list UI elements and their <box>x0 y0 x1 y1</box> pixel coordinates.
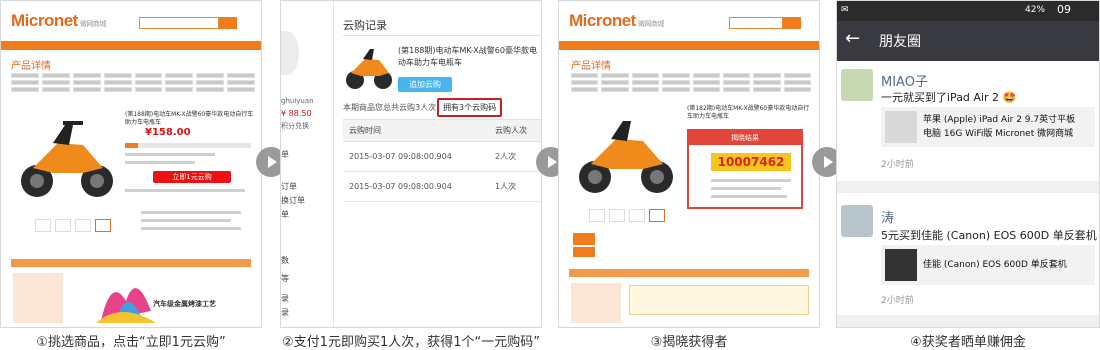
side-menu-item[interactable]: 等 <box>281 273 333 284</box>
side-menu-item[interactable]: 数 <box>281 255 333 266</box>
result-header: 揭晓结果 <box>689 131 801 145</box>
tab-bar[interactable] <box>569 269 809 277</box>
avatar[interactable] <box>841 69 873 101</box>
page-title: 朋友圈 <box>879 34 921 50</box>
search-input[interactable] <box>729 17 783 29</box>
step4-caption: ④获奖者晒单赚佣金 <box>910 335 1026 350</box>
share-title: 苹果 (Apple) iPad Air 2 9.7英寸平板 <box>923 115 1076 125</box>
thumbnail[interactable] <box>609 209 625 222</box>
points-link[interactable]: 积分兑换 <box>281 121 333 131</box>
search-button[interactable] <box>783 17 801 29</box>
table-row: 2015-03-07 09:08:00.904 2人次 <box>343 142 541 172</box>
thumbnail[interactable] <box>589 209 605 222</box>
app-header: ← 朋友圈 <box>837 21 1099 61</box>
row-count: 2人次 <box>495 152 517 161</box>
product-title: (第188期)电动车MK-X战警60豪华款电动自行车助力车电瓶车 <box>125 111 254 126</box>
product-title: (第182期)电动车MK-X战警60豪华款电动自行车助力车电瓶车 <box>687 105 810 120</box>
search-button[interactable] <box>219 17 237 29</box>
main-nav[interactable] <box>559 41 819 50</box>
status-bar: ✉ 42% 09 <box>837 1 1099 21</box>
table-header: 云购时间 云购人次 <box>343 119 541 142</box>
shared-link[interactable]: 佳能 (Canon) EOS 600D 单反套机 <box>881 245 1095 285</box>
main-nav[interactable] <box>1 41 261 50</box>
post-author[interactable]: 涛 <box>881 207 894 226</box>
back-arrow-icon[interactable]: ← <box>845 28 860 49</box>
step2-caption: ②支付1元即购买1人次，获得1个“一元购码” <box>282 335 540 350</box>
side-list <box>571 283 621 323</box>
thumbnail[interactable] <box>629 209 645 222</box>
post-time: 2小时前 <box>881 160 914 170</box>
codes-count-link[interactable]: 拥有3个云购码 <box>437 98 503 117</box>
post-author[interactable]: MIAO子 <box>881 71 928 90</box>
status-time: 09 <box>1057 3 1071 16</box>
side-menu-item[interactable]: 单 <box>281 209 333 220</box>
lottery-result-card: 揭晓结果 10007462 <box>687 129 803 209</box>
table-row: 2015-03-07 09:08:00.904 1人次 <box>343 172 541 202</box>
product-price: ¥158.00 <box>145 127 191 138</box>
side-menu-item[interactable]: 录 <box>281 307 333 318</box>
thumbnail[interactable] <box>35 219 51 232</box>
tab-bar[interactable] <box>11 259 251 267</box>
progress-bar <box>125 143 251 148</box>
banner-text: 汽车级金属烤漆工艺 <box>153 300 216 308</box>
records-table: 云购时间 云购人次 2015-03-07 09:08:00.904 2人次 20… <box>343 119 541 202</box>
scooter-image <box>346 49 392 89</box>
records-list <box>629 285 809 315</box>
product-title[interactable]: (第188期)电动车MK-X战警60豪华款电动车助力车电瓶车 <box>398 45 540 69</box>
avatar[interactable] <box>841 205 873 237</box>
header-time: 云购时间 <box>349 126 381 135</box>
step4-screenshot: ✉ 42% 09 ← 朋友圈 MIAO子 一元就买到了iPad Air 2 🤩 … <box>836 0 1100 328</box>
side-list <box>13 273 63 323</box>
share-subtitle: 电脑 16G WiFi版 Micronet 微网商城 <box>923 129 1074 139</box>
lucky-code: 10007462 <box>711 153 791 171</box>
site-logo[interactable]: Micronet 微网商城 <box>11 11 106 31</box>
scooter-image <box>579 121 673 193</box>
row-time: 2015-03-07 09:08:00.904 <box>349 152 452 161</box>
balance: ¥ 88.50 <box>281 109 312 118</box>
period-grid[interactable] <box>571 73 811 92</box>
thumbnail-selected[interactable] <box>95 219 111 232</box>
side-menu-item[interactable]: 单 <box>281 149 333 160</box>
search-input[interactable] <box>139 17 219 29</box>
page-title: 云购记录 <box>343 19 387 32</box>
step3-screenshot: Micronet 微网商城 产品详情 (第182期)电动车MK-X战警60豪华款电… <box>558 0 820 328</box>
thumbnail[interactable] <box>75 219 91 232</box>
ipad-image <box>885 111 917 143</box>
thumbnail-selected[interactable] <box>649 209 665 222</box>
side-menu-item[interactable]: 换订单 <box>281 195 333 206</box>
avatar <box>281 31 299 75</box>
step1-screenshot: Micronet 微网商城 产品详情 (第188期)电动车MK-X战警60豪华款电… <box>0 0 262 328</box>
purchase-summary: 本期商品您总共云购3人次 <box>343 103 437 112</box>
row-count: 1人次 <box>495 182 517 191</box>
buy-now-button[interactable]: 立即1元云购 <box>153 171 231 183</box>
section-title: 产品详情 <box>571 61 611 72</box>
add-purchase-button[interactable]: 追加云购 <box>398 77 452 92</box>
post-text: 5元买到佳能 (Canon) EOS 600D 单反套机 <box>881 229 1097 242</box>
row-time: 2015-03-07 09:08:00.904 <box>349 182 452 191</box>
period-grid[interactable] <box>11 73 255 92</box>
post-time: 2小时前 <box>881 296 914 306</box>
message-icon: ✉ <box>841 5 849 15</box>
scooter-image <box>21 121 113 197</box>
side-menu-item[interactable]: 录 <box>281 293 333 304</box>
section-title: 产品详情 <box>11 61 51 72</box>
header-count: 云购人次 <box>495 126 527 135</box>
thumbnail[interactable] <box>55 219 71 232</box>
step2-screenshot: ghuiyuan ¥ 88.50 积分兑换 单 订单 换订单 单 数 等 录 录… <box>280 0 542 328</box>
camera-image <box>885 249 917 281</box>
paint-splash-image <box>96 288 156 323</box>
battery-level: 42% <box>1025 5 1046 15</box>
step1-caption: ①挑选商品，点击“立即1元云购” <box>36 335 226 350</box>
step3-caption: ③揭晓获得者 <box>650 335 728 350</box>
post-text: 一元就买到了iPad Air 2 🤩 <box>881 91 1017 104</box>
shared-link[interactable]: 苹果 (Apple) iPad Air 2 9.7英寸平板 电脑 16G WiF… <box>881 107 1095 147</box>
site-logo[interactable]: Micronet 微网商城 <box>569 11 664 31</box>
share-title: 佳能 (Canon) EOS 600D 单反套机 <box>923 260 1067 270</box>
tutorial-strip: Micronet 微网商城 产品详情 (第188期)电动车MK-X战警60豪华款电… <box>0 0 1100 350</box>
username: ghuiyuan <box>281 97 314 105</box>
side-menu-item[interactable]: 订单 <box>281 181 333 192</box>
